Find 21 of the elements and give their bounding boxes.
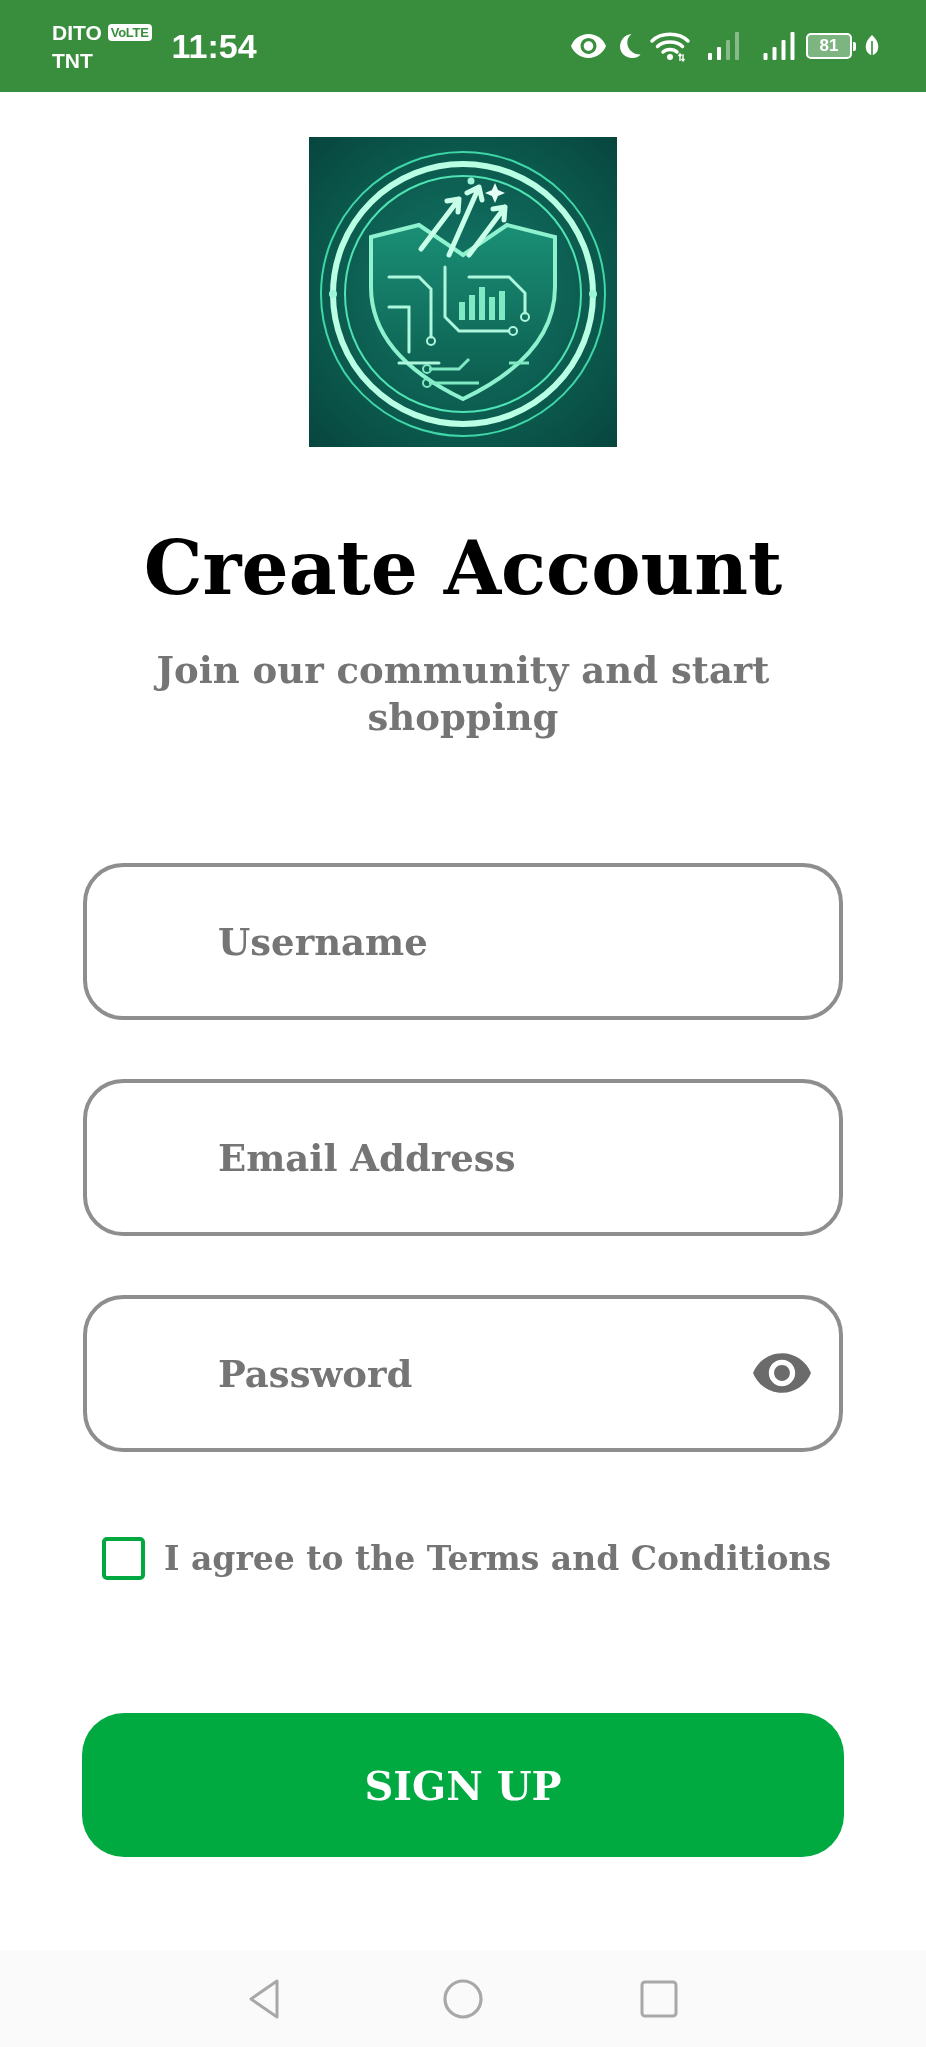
- eye-icon: [571, 34, 606, 58]
- signal-icon: [708, 32, 741, 60]
- home-icon[interactable]: [443, 1978, 483, 2019]
- battery-indicator: 81: [806, 33, 856, 59]
- carrier-name: TNT: [52, 47, 94, 73]
- password-field[interactable]: Password: [83, 1295, 843, 1452]
- carrier-name: DITO: [52, 19, 102, 45]
- volte-badge: VoLTE: [107, 23, 152, 41]
- signal-icon: [763, 32, 797, 60]
- terms-checkbox[interactable]: [102, 1537, 145, 1580]
- page-subtitle: Join our community and start shopping: [118, 647, 808, 741]
- text-field[interactable]: Username: [83, 863, 843, 1020]
- recent-apps-icon[interactable]: [639, 1978, 679, 2019]
- wifi-icon: [649, 30, 691, 62]
- page-title: Create Account: [143, 524, 783, 613]
- show-password-eye-icon[interactable]: [753, 1353, 811, 1393]
- terms-label: I agree to the Terms and Conditions: [164, 1537, 832, 1580]
- email-field[interactable]: Email Address: [83, 1079, 843, 1236]
- leaf-icon: [865, 35, 879, 57]
- sign-up-button[interactable]: SIGN UP: [82, 1713, 844, 1857]
- clock-time: 11:54: [171, 26, 257, 66]
